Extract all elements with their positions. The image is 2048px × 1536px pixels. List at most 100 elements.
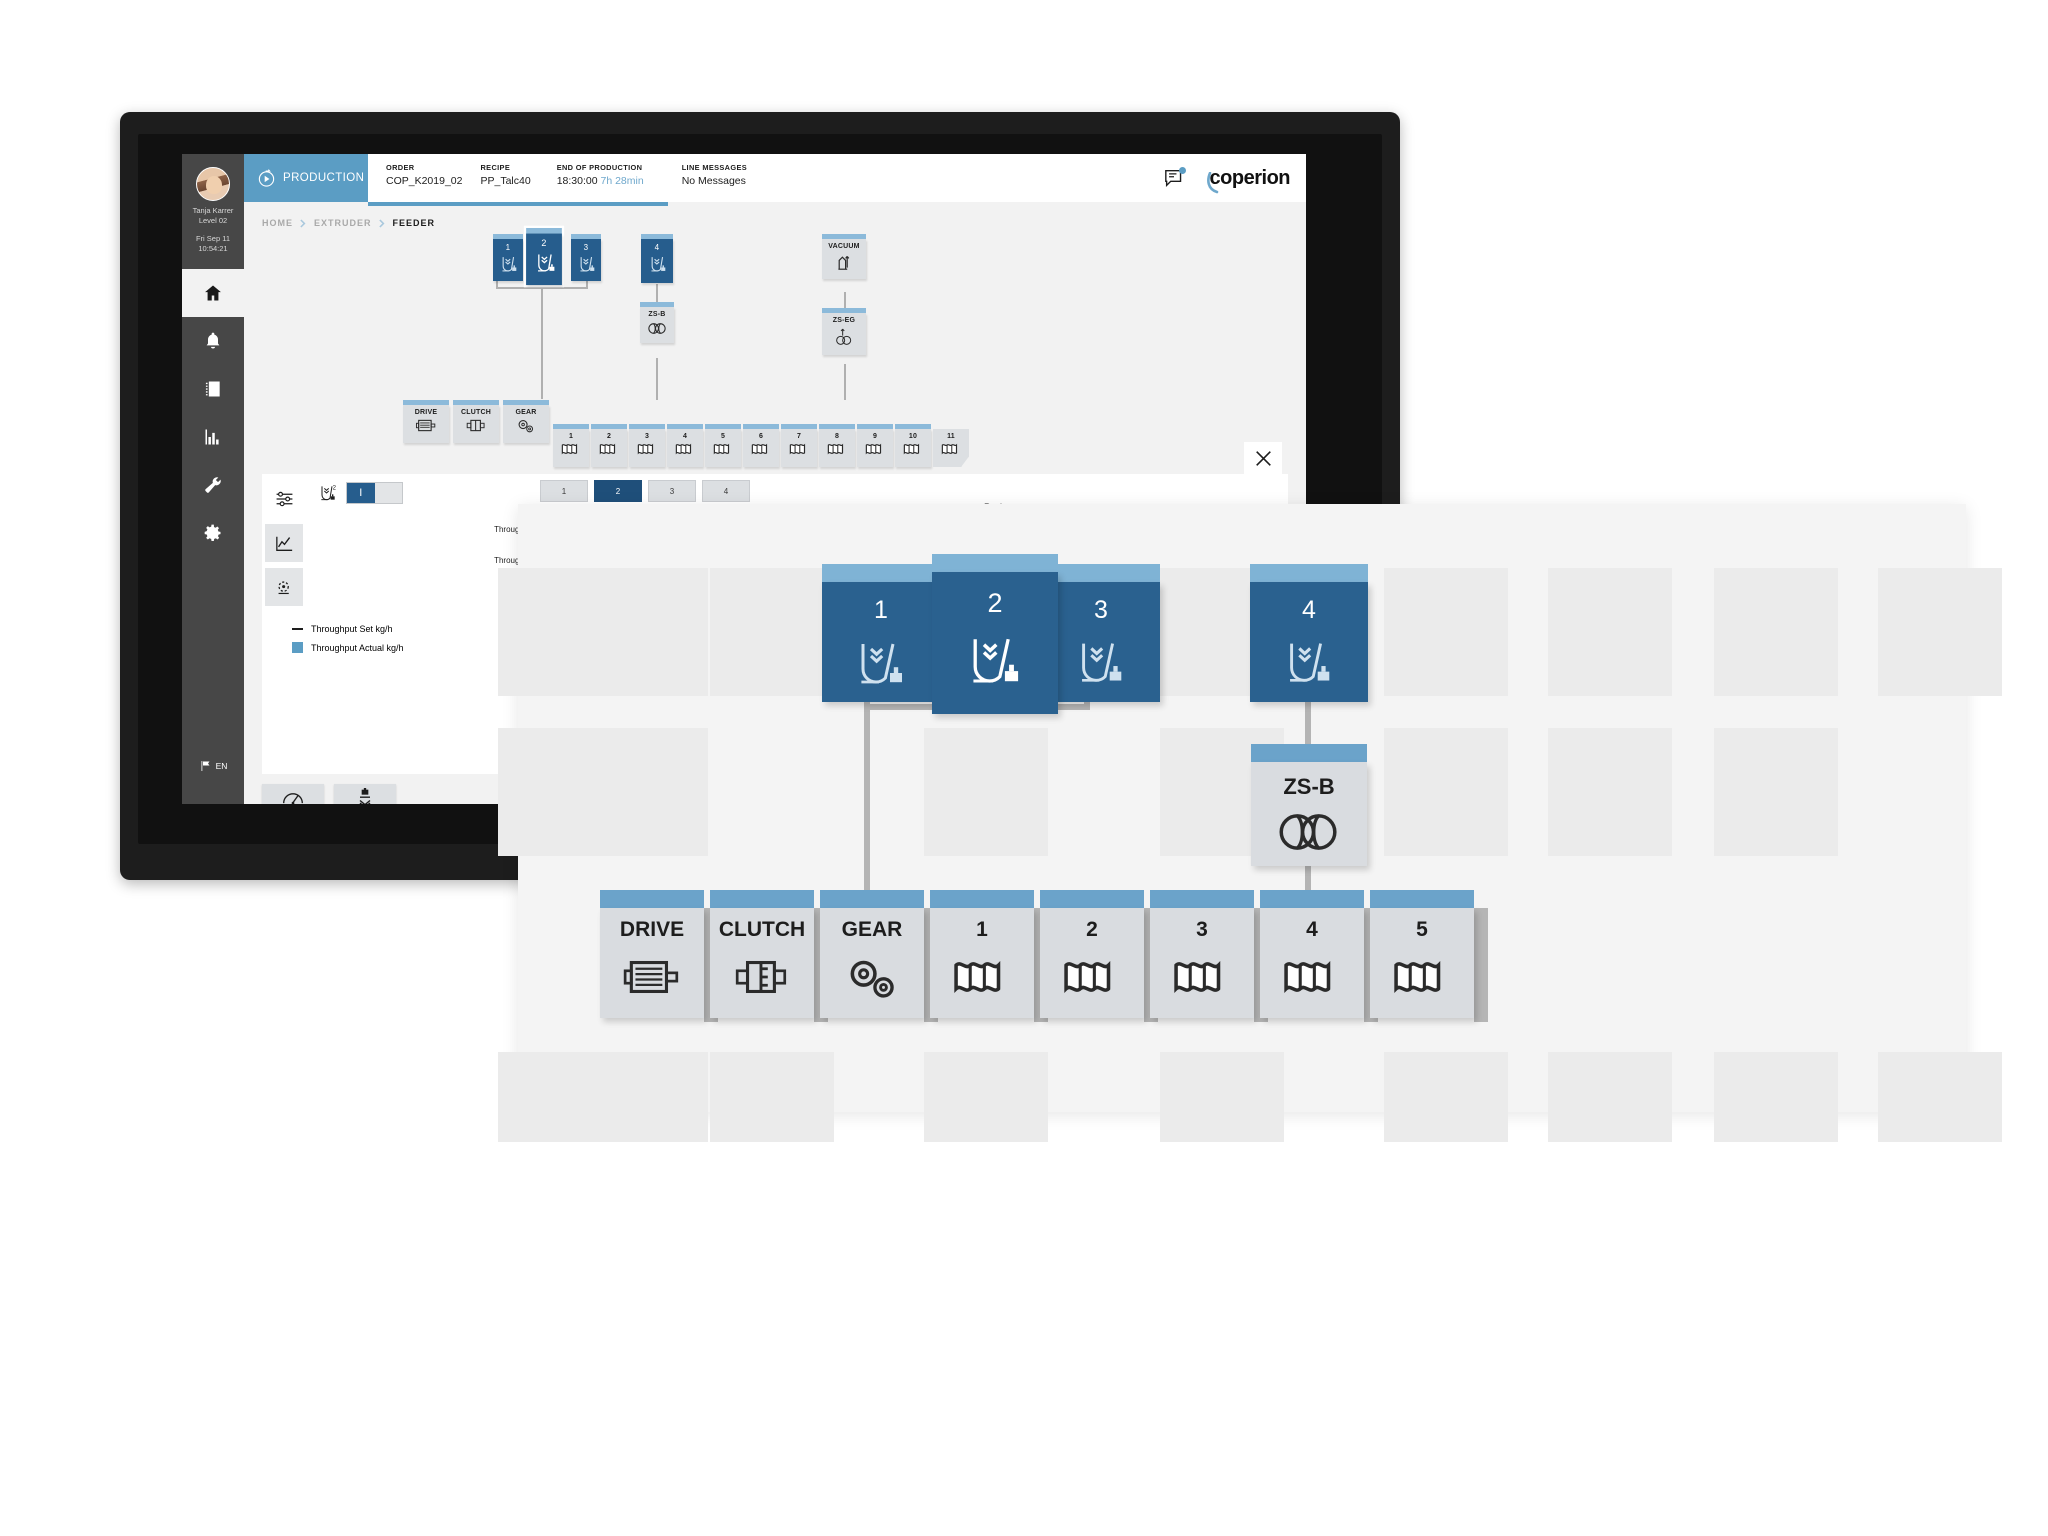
barrel-label: 1 (568, 433, 574, 440)
brand-name: coperion (1209, 166, 1291, 189)
trend-button[interactable] (265, 524, 303, 562)
zsb-node[interactable]: ZS-B (640, 302, 674, 343)
overlay-feeder-2[interactable]: 2 (932, 554, 1058, 714)
language-selector[interactable]: EN (182, 760, 244, 772)
barrel-label: 8 (834, 433, 840, 440)
messages-button[interactable] (1164, 167, 1186, 188)
sidebar-item-trends[interactable] (182, 413, 244, 461)
overlay-drive-node[interactable]: DRIVE (600, 890, 704, 1018)
feeder-hopper-icon (1250, 631, 1368, 691)
drive-label: DRIVE (414, 409, 438, 416)
notebook-icon (205, 381, 220, 397)
barrel-node-9[interactable]: 9 (857, 424, 893, 467)
calibrate-button[interactable] (334, 784, 396, 804)
eop-label: END OF PRODUCTION (556, 163, 643, 172)
barrel-node-1[interactable]: 1 (553, 424, 589, 467)
process-diagram: 1 2 3 4 ZS-B VACUUM ZS-EG DRIVE CLUTCH G… (244, 225, 1306, 444)
sliders-button[interactable] (265, 480, 303, 518)
legend-item-actual: Throughput Actual kg/h (292, 642, 404, 653)
screw-icon (667, 442, 703, 456)
barrel-node-4[interactable]: 4 (667, 424, 703, 467)
barrel-node-5[interactable]: 5 (705, 424, 741, 467)
wire-zsb-barrel4 (656, 358, 658, 400)
coperion-logo: coperion (1206, 166, 1291, 193)
overlay-feeder-1[interactable]: 1 (822, 564, 940, 702)
overlay-drive-label: DRIVE (619, 918, 685, 941)
overlay-barrel-4[interactable]: 4 (1260, 890, 1364, 1018)
top-bar-right: coperion (1164, 154, 1306, 202)
sidebar-item-alarms[interactable] (182, 317, 244, 365)
overlay-barrel-3[interactable]: 3 (1150, 890, 1254, 1018)
feeder-node-1[interactable]: 1 (493, 234, 523, 281)
barrel-node-8[interactable]: 8 (819, 424, 855, 467)
sidebar-item-settings[interactable] (182, 509, 244, 557)
feeder-2-label: 2 (541, 238, 547, 249)
material-number: 3 (648, 480, 696, 502)
breadcrumb-extruder[interactable]: EXTRUDER (314, 218, 372, 228)
screw-icon (1040, 956, 1144, 998)
material-number: 4 (702, 480, 750, 502)
overlay-feeder-3[interactable]: 3 (1042, 564, 1160, 702)
barrel-node-7[interactable]: 7 (781, 424, 817, 467)
overlay-clutch-node[interactable]: CLUTCH (710, 890, 814, 1018)
overlay-barrel-5[interactable]: 5 (1370, 890, 1474, 1018)
barrel-node-2[interactable]: 2 (591, 424, 627, 467)
overlay-gear-node[interactable]: GEAR (820, 890, 924, 1018)
clutch-node[interactable]: CLUTCH (453, 400, 499, 443)
barrel-node-3[interactable]: 3 (629, 424, 665, 467)
flag-icon (201, 761, 210, 771)
header-info: ORDER COP_K2019_02 RECIPE PP_Talc40 END … (368, 154, 747, 202)
barrel-node-10[interactable]: 10 (895, 424, 931, 467)
eop-time: 18:30:00 (556, 175, 598, 187)
feeder-mode-toggle[interactable]: I (346, 482, 403, 504)
sidebar-item-recipes[interactable] (182, 365, 244, 413)
sidebar-nav (182, 269, 244, 557)
bar-chart-icon (205, 429, 219, 445)
overlay-wire-feeder2-barrel1 (864, 704, 870, 918)
barrel-node-6[interactable]: 6 (743, 424, 779, 467)
barrel-label: 9 (872, 433, 878, 440)
zoom-overlay: 1 2 3 4 ZS-B DRIVE CLUTCH GEAR 1 2 3 4 5 (498, 504, 2002, 1142)
overlay-barrel-1[interactable]: 1 (930, 890, 1034, 1018)
speedometer-icon (283, 793, 303, 804)
screw-icon (1150, 956, 1254, 998)
toggle-off (374, 483, 402, 503)
zseg-node[interactable]: ZS-EG (822, 308, 866, 355)
barrel-label: 4 (682, 433, 688, 440)
wire-feeder-bus (496, 287, 588, 289)
bell-icon (206, 332, 220, 349)
user-block[interactable]: Tanja Karrer Level 02 Fri Sep 11 10:54:2… (182, 154, 244, 265)
production-tab[interactable]: PRODUCTION (244, 154, 368, 202)
screw-icon (705, 442, 741, 456)
feeder-node-4[interactable]: 4 (641, 234, 673, 283)
overlay-barrel-label: 3 (1196, 918, 1208, 941)
messages-label: LINE MESSAGES (681, 163, 748, 172)
trend-icon (275, 536, 292, 551)
breadcrumb-home[interactable]: HOME (262, 218, 293, 228)
feeder-node-2[interactable]: 2 (523, 225, 565, 288)
barrel-node-11[interactable]: 11 (933, 424, 969, 467)
sidebar-item-home[interactable] (182, 269, 244, 317)
sidebar-item-maintenance[interactable] (182, 461, 244, 509)
config-button[interactable] (265, 568, 303, 606)
toggle-on-label: I (347, 483, 375, 503)
speedometer-button[interactable] (262, 784, 324, 804)
overlay-barrel-label: 5 (1416, 918, 1428, 941)
clutch-icon (710, 956, 814, 998)
overlay-clutch-label: CLUTCH (718, 918, 806, 941)
screw-icon (857, 442, 893, 456)
overlay-feeder-4[interactable]: 4 (1250, 564, 1368, 702)
bar-chart-legend: Throughput Set kg/h Throughput Actual kg… (292, 624, 404, 661)
overlay-barrel-2[interactable]: 2 (1040, 890, 1144, 1018)
screw-icon (781, 442, 817, 456)
vacuum-node[interactable]: VACUUM (822, 234, 866, 279)
messages-value: No Messages (681, 175, 746, 187)
screw-icon (743, 442, 779, 456)
gear-node[interactable]: GEAR (503, 400, 549, 443)
feeder-node-3[interactable]: 3 (571, 234, 601, 281)
zsb-label: ZS-B (648, 311, 666, 318)
overlay-zsb[interactable]: ZS-B (1251, 744, 1367, 866)
drive-node[interactable]: DRIVE (403, 400, 449, 443)
close-button[interactable] (1244, 442, 1282, 474)
legend-item-set: Throughput Set kg/h (292, 624, 404, 634)
